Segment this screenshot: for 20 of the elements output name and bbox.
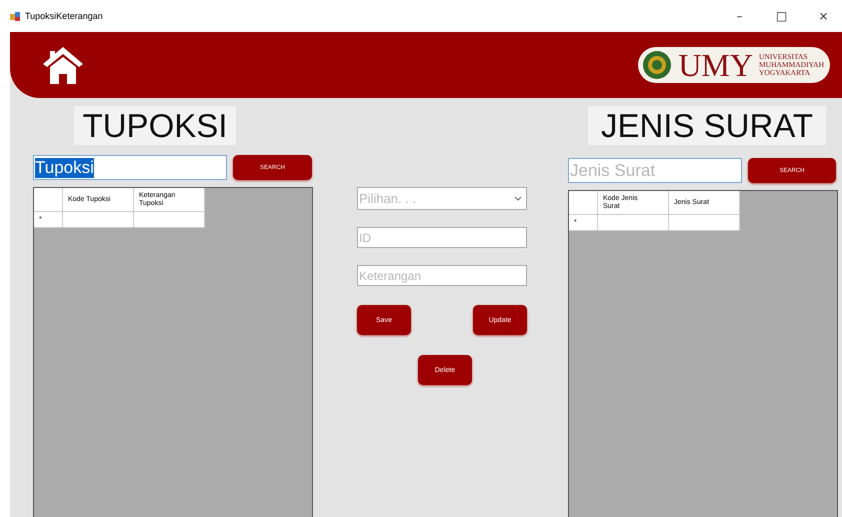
table-cell[interactable]: [669, 215, 740, 231]
logo-acronym: UMY: [678, 49, 753, 81]
emblem-icon: [642, 50, 672, 80]
table-cell[interactable]: [134, 212, 205, 228]
row-header-cell: [569, 191, 598, 215]
search-field[interactable]: Tupoksi: [33, 155, 227, 180]
app-icon: [10, 12, 20, 20]
text-field[interactable]: ID: [357, 227, 527, 248]
table-cell[interactable]: [598, 215, 669, 231]
window-control[interactable]: –: [721, 9, 758, 23]
chevron-down-icon: [514, 196, 522, 202]
section-title: TUPOKSI: [74, 106, 236, 145]
section-title: JENIS SURAT: [588, 106, 826, 145]
window-title: TupoksiKeterangan: [25, 11, 104, 21]
table-cell[interactable]: [63, 212, 134, 228]
home-icon[interactable]: [42, 45, 84, 85]
row-header-cell: [34, 188, 63, 212]
text-field[interactable]: Keterangan: [357, 265, 527, 286]
window-control[interactable]: □: [763, 9, 800, 23]
window-control[interactable]: ×: [805, 9, 842, 23]
